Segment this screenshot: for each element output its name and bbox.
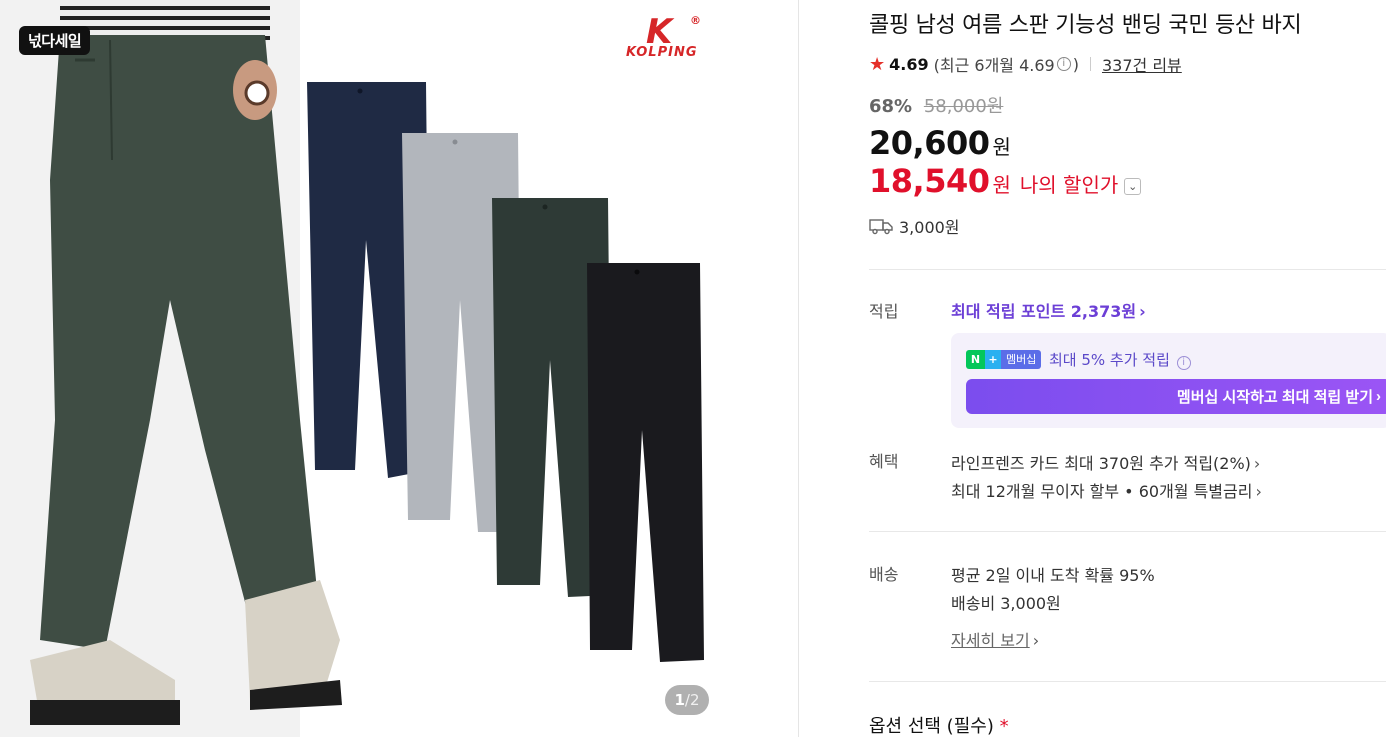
rating-row: ★ 4.69 (최근 6개월 4.69 i ) 337건 리뷰 [869,52,1182,76]
my-price-label: 나의 할인가 [1019,173,1119,197]
membership-extra: 최대 5% 추가 적립 i [1049,349,1193,370]
option-title-text: 옵션 선택 (필수) [869,716,994,737]
naver-plus-membership-badge: N + 멤버십 [966,350,1042,369]
star-icon: ★ [869,53,886,75]
rating-recent-close: ) [1072,54,1079,74]
product-page: 넋다세일 K ® KOLPING 1/2 콜핑 남성 여름 스판 기능성 밴딩 … [0,0,1386,737]
info-icon[interactable]: i [1176,356,1191,370]
image-pager[interactable]: 1/2 [665,685,709,715]
card-benefit-text: 라인프렌즈 카드 최대 370원 추가 적립(2%) [951,454,1251,473]
chevron-right-icon: › [1032,631,1040,650]
sale-price-unit: 원 [992,135,1011,159]
membership-extra-text: 최대 5% 추가 적립 [1049,351,1170,369]
shipping-fee: 3,000원 [899,218,960,237]
product-image-gallery[interactable]: 넋다세일 K ® KOLPING 1/2 [0,0,798,737]
max-points-text: 최대 적립 포인트 2,373원 [951,302,1137,321]
brand-logo: K ® KOLPING [624,12,724,62]
rating-recent: (최근 6개월 4.69 [933,56,1055,75]
points-label: 적립 [869,302,899,321]
discount-row: 68% 58,000원 [869,92,1003,118]
section-divider [869,681,1386,682]
membership-start-button[interactable]: 멤버십 시작하고 최대 적립 받기 › [966,379,1386,414]
my-discount-price: 18,540 [869,162,990,200]
benefits-label: 혜택 [869,452,899,471]
original-price: 58,000원 [923,96,1004,117]
option-select-heading: 옵션 선택 (필수) * [869,712,1009,737]
membership-button-label: 멤버십 시작하고 최대 적립 받기 [1176,389,1373,406]
brand-logo-name: KOLPING [626,45,698,60]
plus-icon: + [985,350,1001,369]
card-benefit-link[interactable]: 라인프렌즈 카드 최대 370원 추가 적립(2%) › [951,450,1260,474]
registered-mark: ® [690,14,701,27]
my-price-unit: 원 [992,173,1011,197]
column-divider [798,0,799,737]
rating-value: 4.69 [889,54,929,74]
delivery-detail-text: 자세히 보기 [951,631,1030,650]
required-mark: * [999,716,1009,737]
info-icon[interactable]: i [1056,57,1071,71]
product-info-panel: 콜핑 남성 여름 스판 기능성 밴딩 국민 등산 바지 ★ 4.69 (최근 6… [869,0,1386,737]
section-divider [869,269,1386,270]
chevron-right-icon: › [1139,302,1146,321]
my-price-row[interactable]: 18,540 원 나의 할인가 ⌄ [869,162,1142,200]
separator [1089,57,1091,71]
delivery-fee: 배송비 3,000원 [951,594,1061,613]
chevron-right-icon: › [1376,388,1381,405]
max-points-link[interactable]: 최대 적립 포인트 2,373원 › [951,298,1146,322]
membership-box: N + 멤버십 최대 5% 추가 적립 i 멤버십 시작하고 최대 적립 받기 … [951,333,1386,428]
shipping-row: 3,000원 [869,214,960,238]
naver-n-icon: N [966,350,985,369]
sale-badge: 넋다세일 [19,26,91,55]
discount-rate: 68% [869,96,913,117]
section-divider [869,531,1386,532]
delivery-arrival: 평균 2일 이내 도착 확률 95% [951,566,1155,585]
review-count-link[interactable]: 337건 리뷰 [1102,52,1182,76]
sale-price: 20,600 [869,124,990,162]
pager-total: /2 [684,691,700,709]
chevron-down-icon[interactable]: ⌄ [1124,178,1142,195]
delivery-detail-link[interactable]: 자세히 보기 › [951,627,1039,651]
pager-current: 1 [674,691,685,709]
membership-badge-label: 멤버십 [1001,350,1042,369]
truck-icon [869,219,893,235]
installment-link[interactable]: 최대 12개월 무이자 할부 • 60개월 특별금리 › [951,478,1262,502]
delivery-label: 배송 [869,565,899,584]
price-row: 20,600 원 [869,124,1011,162]
product-title: 콜핑 남성 여름 스판 기능성 밴딩 국민 등산 바지 [869,13,1302,38]
installment-text: 최대 12개월 무이자 할부 • 60개월 특별금리 [951,482,1253,501]
chevron-right-icon: › [1255,482,1262,501]
chevron-right-icon: › [1253,454,1261,473]
pants-illustration [30,35,704,725]
